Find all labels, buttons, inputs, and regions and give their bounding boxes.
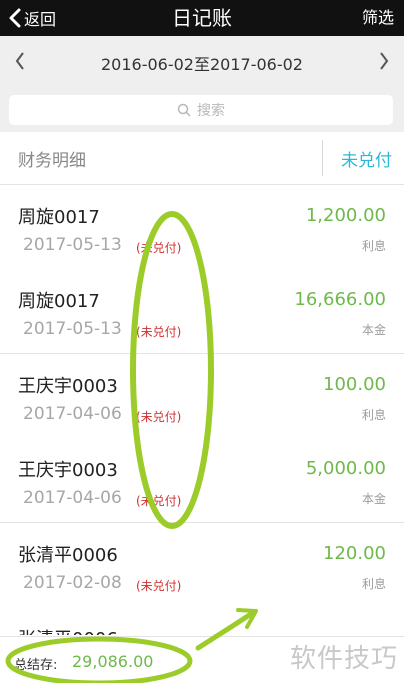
date-range-text: 2016-06-02至2017-06-02	[101, 55, 303, 74]
list-item[interactable]: 周旋0017 2017-05-13 (未兑付) 16,666.00 本金	[0, 269, 404, 354]
entry-status: (未兑付)	[136, 579, 182, 593]
watermark: 软件技巧	[289, 644, 398, 674]
total-label: 总结存:	[14, 658, 58, 673]
entry-kind: 利息	[361, 408, 386, 422]
entry-name: 王庆宇0003	[18, 376, 118, 397]
entry-list: 周旋0017 2017-05-13 (未兑付) 1,200.00 利息 周旋00…	[0, 185, 404, 635]
list-item[interactable]: 周旋0017 2017-05-13 (未兑付) 1,200.00 利息	[0, 185, 404, 269]
entry-amount: 16,666.00	[294, 289, 386, 310]
entry-name: 张清平0006	[18, 545, 118, 566]
list-item[interactable]: 张清平0006 2017-02-08 (未兑付) 120.00 利息	[0, 523, 404, 607]
entry-name: 张清平0006	[18, 625, 118, 635]
section-label: 财务明细	[18, 151, 86, 171]
entry-status: (未兑付)	[136, 410, 182, 424]
prev-period-icon[interactable]	[14, 50, 26, 72]
entry-status: (未兑付)	[136, 325, 182, 339]
entry-date: 2017-04-06	[23, 488, 122, 508]
search-icon	[177, 103, 191, 117]
total-value: 29,086.00	[72, 652, 154, 671]
entry-kind: 利息	[361, 577, 386, 591]
header-divider	[322, 140, 323, 176]
entry-date: 2017-05-13	[23, 235, 122, 255]
search-placeholder: 搜索	[197, 103, 225, 119]
entry-kind: 利息	[361, 239, 386, 253]
entry-amount: 5,000.00	[305, 458, 386, 479]
entry-date: 2017-04-06	[23, 404, 122, 424]
list-item[interactable]: 王庆宇0003 2017-04-06 (未兑付) 5,000.00 本金	[0, 438, 404, 523]
entry-date: 2017-02-08	[23, 573, 122, 593]
entry-kind: 本金	[361, 323, 386, 337]
entry-kind: 本金	[361, 492, 386, 506]
entry-amount: 1,200.00	[305, 205, 386, 226]
entry-name: 周旋0017	[18, 207, 100, 228]
entry-amount: 120.00	[323, 543, 386, 564]
section-header: 财务明细 未兑付	[0, 132, 404, 185]
entry-status: (未兑付)	[136, 241, 182, 255]
entry-date: 2017-05-13	[23, 319, 122, 339]
date-range-bar: 2016-06-02至2017-06-02	[0, 36, 404, 90]
search-bar: 搜索	[0, 90, 404, 132]
list-item[interactable]: 张清平0006	[0, 607, 404, 635]
tab-unpaid[interactable]: 未兑付	[341, 146, 392, 171]
entry-name: 周旋0017	[18, 291, 100, 312]
next-period-icon[interactable]	[378, 50, 390, 72]
filter-button[interactable]: 筛选	[362, 0, 394, 36]
list-item[interactable]: 王庆宇0003 2017-04-06 (未兑付) 100.00 利息	[0, 354, 404, 438]
search-input[interactable]: 搜索	[9, 95, 393, 125]
entry-name: 王庆宇0003	[18, 460, 118, 481]
nav-bar: 返回 日记账 筛选	[0, 0, 404, 36]
page-title: 日记账	[172, 6, 232, 30]
entry-status: (未兑付)	[136, 494, 182, 508]
entry-amount: 100.00	[323, 374, 386, 395]
